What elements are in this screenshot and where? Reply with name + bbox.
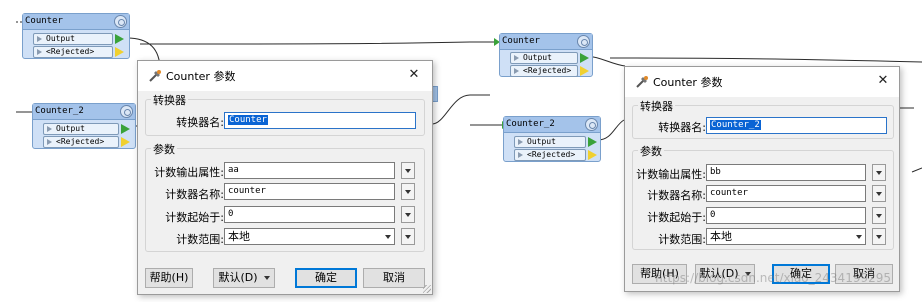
transformer-node-counter-2[interactable]: Counter_2 Output <Rejected>: [32, 103, 136, 149]
port-rejected[interactable]: <Rejected>: [510, 65, 578, 77]
group-label: 转换器: [151, 92, 188, 108]
output-attribute-label: 计数输出属性:: [154, 166, 224, 179]
counter-name-input[interactable]: counter: [706, 185, 866, 202]
scope-selected-value: 本地: [710, 230, 732, 243]
output-arrow-icon[interactable]: [588, 137, 597, 147]
defaults-label: 默认(D): [218, 271, 258, 284]
counter-name-label: 计数器名称:: [165, 188, 224, 201]
scope-menu-button[interactable]: [401, 228, 415, 245]
transformer-name-label: 转换器名:: [176, 116, 224, 129]
scope-selected-value: 本地: [228, 230, 250, 243]
counter-parameters-dialog[interactable]: Counter 参数 ✕ 转换器 转换器名: Counter_2 参数 计数输出…: [624, 66, 900, 292]
help-button[interactable]: 帮助(H): [145, 268, 193, 288]
output-arrow-icon[interactable]: [121, 124, 130, 134]
transformer-name-input[interactable]: Counter: [224, 112, 416, 129]
output-attribute-input[interactable]: bb: [706, 164, 866, 181]
close-icon[interactable]: ✕: [400, 63, 428, 87]
transformer-node-counter-2[interactable]: Counter_2 Output <Rejected>: [503, 116, 601, 162]
transformer-name-input[interactable]: Counter_2: [706, 117, 887, 134]
rejected-arrow-icon[interactable]: [115, 47, 124, 57]
counter-name-menu-button[interactable]: [872, 185, 886, 202]
output-attribute-input[interactable]: aa: [224, 162, 395, 179]
close-icon[interactable]: ✕: [869, 69, 897, 93]
scope-menu-button[interactable]: [872, 228, 886, 245]
start-value-label: 计数起始于:: [647, 211, 706, 224]
port-output[interactable]: Output: [510, 52, 578, 64]
rejected-arrow-icon[interactable]: [580, 66, 589, 76]
gear-icon[interactable]: [585, 118, 598, 131]
port-rejected[interactable]: <Rejected>: [33, 46, 113, 58]
rejected-arrow-icon[interactable]: [121, 137, 130, 147]
defaults-button[interactable]: 默认(D): [213, 268, 275, 288]
port-output[interactable]: Output: [514, 136, 586, 148]
ok-button[interactable]: 确定: [295, 268, 357, 288]
output-arrow-icon[interactable]: [115, 34, 124, 44]
counter-name-label: 计数器名称:: [647, 189, 706, 202]
transformer-node-counter[interactable]: Counter Output <Rejected>: [22, 13, 130, 59]
dialog-title: Counter 参数: [166, 70, 236, 83]
chevron-down-icon: [856, 235, 862, 239]
scope-select[interactable]: 本地: [224, 228, 395, 245]
transformer-icon: [636, 76, 648, 88]
dialog-titlebar[interactable]: Counter 参数 ✕: [138, 61, 432, 91]
output-arrow-icon[interactable]: [580, 53, 589, 63]
cancel-button[interactable]: 取消: [363, 268, 425, 288]
dialog-title: Counter 参数: [653, 76, 723, 89]
output-attribute-label: 计数输出属性:: [636, 168, 706, 181]
transformer-name-label: 转换器名:: [658, 121, 706, 134]
gear-icon[interactable]: [114, 15, 127, 28]
scope-label: 计数范围:: [176, 233, 224, 246]
counter-name-menu-button[interactable]: [401, 183, 415, 200]
output-attribute-menu-button[interactable]: [401, 162, 415, 179]
gear-icon[interactable]: [120, 105, 133, 118]
start-value-label: 计数起始于:: [165, 211, 224, 224]
start-value-menu-button[interactable]: [401, 206, 415, 223]
dialog-titlebar[interactable]: Counter 参数 ✕: [625, 67, 899, 97]
start-value-menu-button[interactable]: [872, 207, 886, 224]
chevron-down-icon: [263, 276, 270, 280]
port-output[interactable]: Output: [33, 33, 113, 45]
port-output[interactable]: Output: [43, 123, 119, 135]
port-rejected[interactable]: <Rejected>: [43, 136, 119, 148]
start-value-input[interactable]: 0: [224, 206, 395, 223]
chevron-down-icon: [385, 235, 391, 239]
start-value-input[interactable]: 0: [706, 207, 866, 224]
transformer-node-counter[interactable]: Counter Output <Rejected>: [499, 33, 593, 77]
counter-parameters-dialog[interactable]: Counter 参数 ✕ 转换器 转换器名: Counter 参数 计数输出属性…: [137, 60, 433, 295]
scope-select[interactable]: 本地: [706, 228, 866, 245]
rejected-arrow-icon[interactable]: [588, 150, 597, 160]
counter-name-input[interactable]: counter: [224, 183, 395, 200]
transformer-icon: [149, 70, 161, 82]
port-rejected[interactable]: <Rejected>: [514, 149, 586, 161]
watermark-text: https://blog.csdn.net/xiao_2434199295: [655, 271, 891, 285]
group-label: 参数: [638, 143, 664, 159]
resize-grip-icon[interactable]: [423, 285, 431, 293]
gear-icon[interactable]: [577, 35, 590, 48]
output-attribute-menu-button[interactable]: [872, 164, 886, 181]
scope-label: 计数范围:: [658, 233, 706, 246]
group-label: 参数: [151, 141, 177, 157]
group-label: 转换器: [638, 98, 675, 114]
